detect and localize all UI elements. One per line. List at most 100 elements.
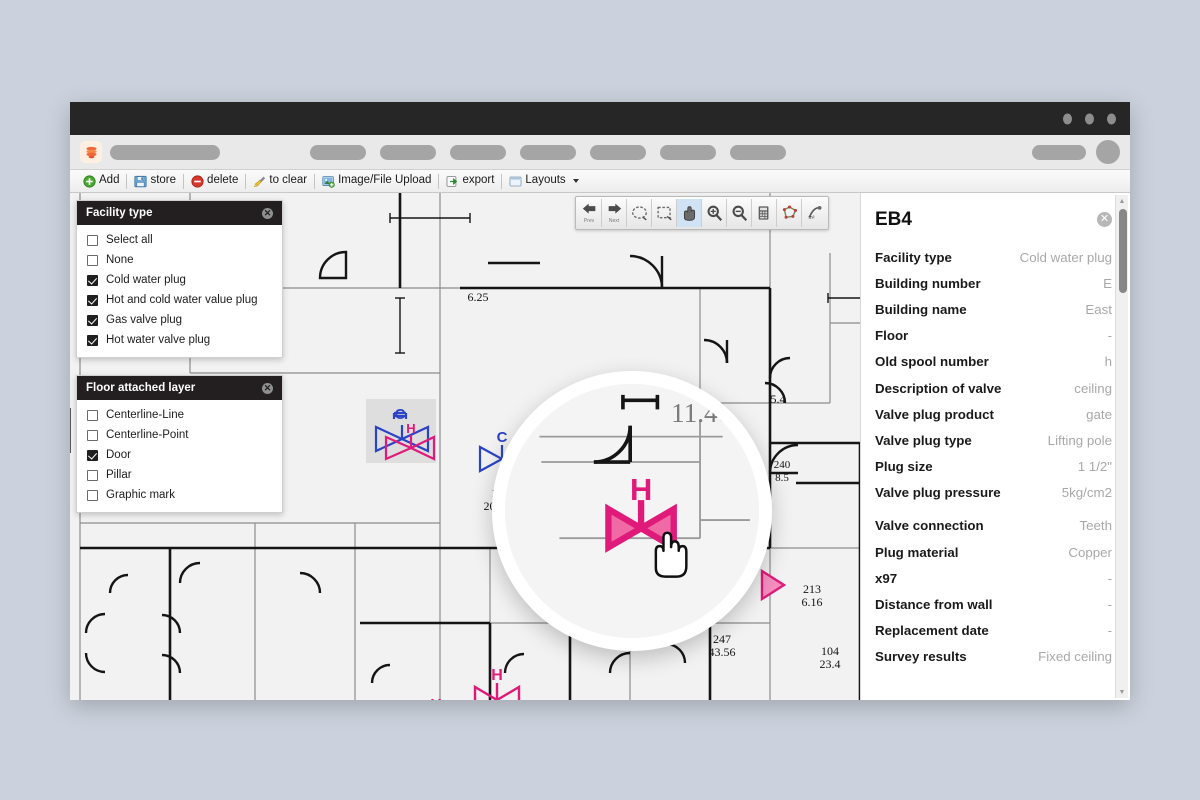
clear-button[interactable]: to clear — [248, 175, 312, 188]
valve-symbol-hot-cold-selected[interactable]: C H — [366, 397, 436, 465]
checkbox-centerline-point[interactable] — [87, 429, 98, 441]
toolbar-separator — [314, 173, 316, 189]
checkbox-none[interactable] — [87, 254, 98, 266]
checkbox-gas-valve-plug[interactable] — [87, 314, 98, 326]
avatar[interactable] — [1096, 140, 1120, 164]
export-icon — [447, 175, 458, 187]
property-key: Building name — [875, 301, 967, 317]
property-value: - — [1107, 328, 1112, 344]
polygon-tool-button[interactable] — [777, 199, 802, 227]
layouts-icon — [509, 176, 522, 186]
image-file-upload-button[interactable]: Image/File Upload — [317, 175, 436, 188]
scroll-down-arrow-icon[interactable]: ▼ — [1116, 686, 1128, 698]
layouts-button[interactable]: Layouts — [504, 175, 583, 188]
delete-circle-icon — [191, 174, 204, 188]
checkbox-select-all[interactable] — [87, 234, 98, 246]
window-controls[interactable] — [1063, 113, 1116, 124]
nav-placeholder[interactable] — [310, 144, 366, 160]
pan-tool-button[interactable] — [677, 199, 702, 227]
close-icon[interactable]: ✕ — [262, 382, 273, 394]
property-value: 5kg/cm2 — [1061, 485, 1112, 501]
window-dot[interactable] — [1107, 113, 1116, 124]
checkbox-label: Centerline-Line — [106, 409, 184, 421]
prev-tool-button[interactable]: Prev — [577, 199, 602, 227]
nav-placeholder[interactable] — [450, 144, 506, 160]
property-key: Valve plug pressure — [875, 485, 1001, 501]
address-bar-placeholder[interactable] — [110, 144, 220, 160]
svg-text:H: H — [430, 697, 442, 700]
store-button[interactable]: store — [129, 175, 181, 188]
nav-placeholder[interactable] — [660, 144, 716, 160]
image-upload-icon — [322, 175, 335, 188]
property-key: Floor — [875, 328, 909, 344]
lasso-select-icon — [631, 206, 647, 221]
close-icon[interactable]: ✕ — [1097, 212, 1112, 227]
scrollbar-thumb[interactable] — [1118, 209, 1127, 293]
close-icon[interactable]: ✕ — [262, 207, 273, 219]
checkbox-centerline-line[interactable] — [87, 409, 98, 421]
checkbox-row-hot-water-valve-plug[interactable]: Hot water valve plug — [77, 330, 282, 350]
checkbox-label: Centerline-Point — [106, 429, 189, 441]
property-row: Building name East — [875, 296, 1112, 322]
property-value: - — [1107, 570, 1112, 586]
checkbox-row-centerline-line[interactable]: Centerline-Line — [77, 405, 282, 425]
window-dot[interactable] — [1085, 113, 1094, 124]
svg-text:H: H — [406, 421, 415, 436]
zoom-in-tool-button[interactable] — [702, 199, 727, 227]
properties-scrollbar[interactable]: ▲ ▼ — [1115, 195, 1128, 698]
checkbox-door[interactable] — [87, 449, 98, 461]
checkbox-row-hot-and-cold-water-value-plug[interactable]: Hot and cold water value plug — [77, 290, 282, 310]
nav-placeholder[interactable] — [1032, 144, 1086, 160]
checkbox-pillar[interactable] — [87, 469, 98, 481]
checkbox-row-gas-valve-plug[interactable]: Gas valve plug — [77, 310, 282, 330]
floorplan-canvas[interactable]: 114207.14 5.4 2408.5 2136.16 10423.4 247… — [70, 193, 1130, 700]
checkbox-row-pillar[interactable]: Pillar — [77, 465, 282, 485]
add-button[interactable]: Add — [78, 175, 124, 188]
scroll-up-arrow-icon[interactable]: ▲ — [1116, 195, 1128, 207]
checkbox-row-select-all[interactable]: Select all — [77, 230, 282, 250]
room-label: 6.25 — [467, 290, 489, 304]
checkbox-row-centerline-point[interactable]: Centerline-Point — [77, 425, 282, 445]
property-row: Valve plug product gate — [875, 401, 1112, 427]
property-value: 1 1/2" — [1077, 459, 1112, 475]
checkbox-label: None — [106, 254, 134, 266]
delete-button[interactable]: delete — [186, 175, 243, 188]
property-row: Valve plug pressure 5kg/cm2 — [875, 480, 1112, 506]
arrow-left-icon — [582, 203, 595, 214]
measure-area-tool-button[interactable]: m² — [802, 199, 827, 227]
checkbox-graphic-mark[interactable] — [87, 489, 98, 501]
export-button[interactable]: export — [441, 175, 499, 188]
svg-text:C: C — [395, 406, 406, 423]
calculator-icon — [758, 206, 769, 220]
checkbox-hot-and-cold-water-value-plug[interactable] — [87, 294, 98, 306]
property-key: Valve connection — [875, 518, 984, 534]
toolbar-separator — [245, 173, 247, 189]
lasso-select-tool-button[interactable] — [627, 199, 652, 227]
next-tool-button[interactable]: Next — [602, 199, 627, 227]
property-row: x97 - — [875, 565, 1112, 591]
checkbox-row-cold-water-plug[interactable]: Cold water plug — [77, 270, 282, 290]
nav-placeholder[interactable] — [520, 144, 576, 160]
svg-text:H: H — [491, 667, 503, 684]
nav-placeholder[interactable] — [380, 144, 436, 160]
checkbox-row-none[interactable]: None — [77, 250, 282, 270]
window-dot[interactable] — [1063, 113, 1072, 124]
valve-symbol-hot-cold[interactable]: H C — [406, 693, 480, 700]
nav-placeholder[interactable] — [590, 144, 646, 160]
loupe-valve-label: H — [630, 472, 652, 507]
zoom-out-tool-button[interactable] — [727, 199, 752, 227]
property-key: Plug size — [875, 459, 933, 475]
checkbox-label: Pillar — [106, 469, 132, 481]
rect-select-tool-button[interactable] — [652, 199, 677, 227]
property-row: Plug material Copper — [875, 539, 1112, 565]
checkbox-hot-water-valve-plug[interactable] — [87, 334, 98, 346]
checkbox-cold-water-plug[interactable] — [87, 274, 98, 286]
calculator-tool-button[interactable] — [752, 199, 777, 227]
checkbox-row-door[interactable]: Door — [77, 445, 282, 465]
save-disk-icon — [134, 175, 148, 187]
window-titlebar — [70, 102, 1130, 135]
valve-symbol-hot[interactable]: H — [472, 665, 522, 700]
toolbar-separator — [501, 173, 503, 189]
checkbox-row-graphic-mark[interactable]: Graphic mark — [77, 485, 282, 505]
nav-placeholder[interactable] — [730, 144, 786, 160]
